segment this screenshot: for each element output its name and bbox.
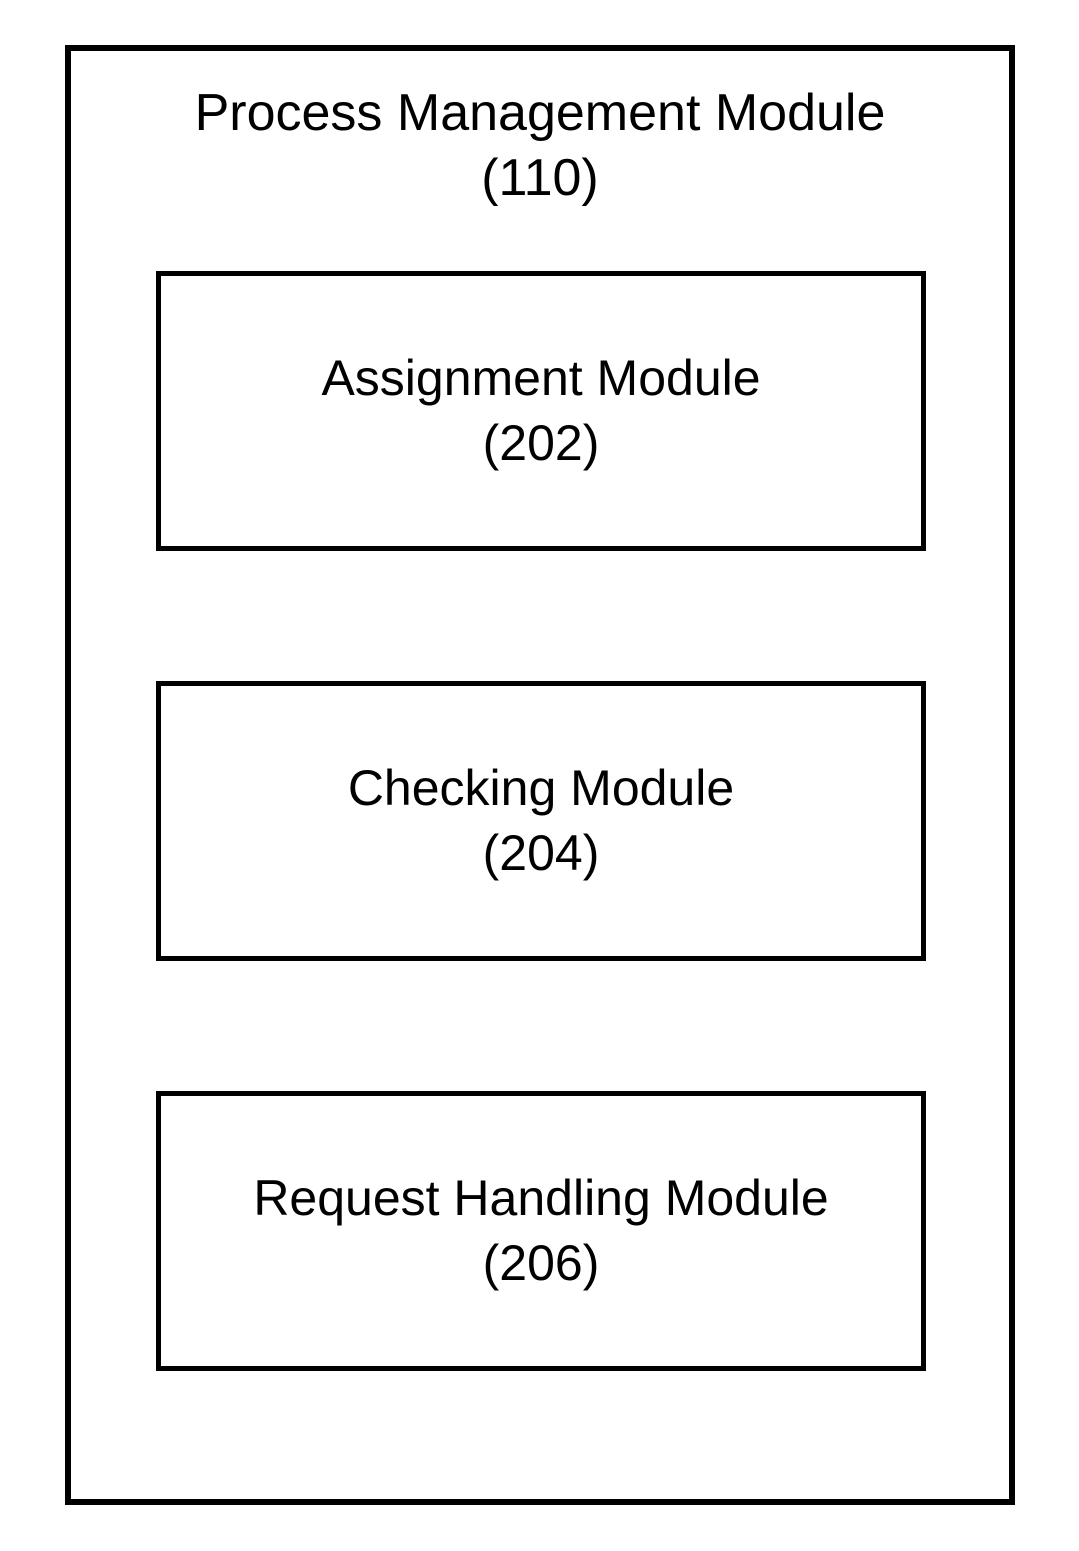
request-handling-module-label: Request Handling Module (206): [253, 1166, 828, 1296]
assignment-module-label: Assignment Module (202): [321, 346, 760, 476]
outer-title: Process Management Module (110): [71, 81, 1009, 211]
checking-module-ref: (204): [483, 825, 600, 881]
request-handling-module-box: Request Handling Module (206): [156, 1091, 926, 1371]
process-management-module-box: Process Management Module (110) Assignme…: [65, 45, 1015, 1505]
request-handling-module-ref: (206): [483, 1235, 600, 1291]
assignment-module-title: Assignment Module: [321, 350, 760, 406]
checking-module-label: Checking Module (204): [348, 756, 734, 886]
outer-title-line1: Process Management Module: [195, 84, 886, 142]
assignment-module-ref: (202): [483, 415, 600, 471]
checking-module-title: Checking Module: [348, 760, 734, 816]
request-handling-module-title: Request Handling Module: [253, 1170, 828, 1226]
checking-module-box: Checking Module (204): [156, 681, 926, 961]
assignment-module-box: Assignment Module (202): [156, 271, 926, 551]
outer-title-line2: (110): [481, 149, 599, 207]
